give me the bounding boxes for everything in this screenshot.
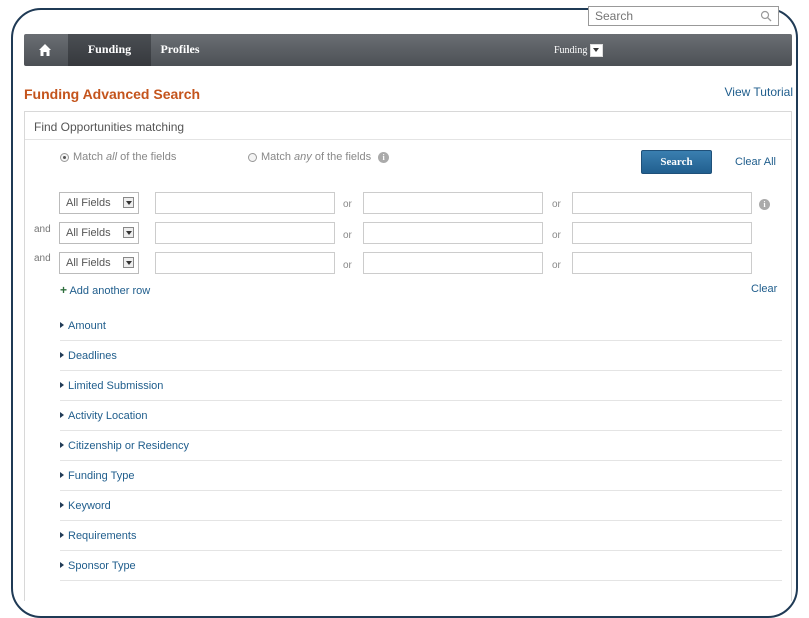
filter-amount[interactable]: Amount	[60, 311, 782, 341]
filter-label: Deadlines	[68, 350, 117, 362]
chevron-down-icon	[123, 197, 134, 208]
or-label: or	[343, 260, 352, 271]
caret-right-icon	[60, 472, 64, 478]
caret-right-icon	[60, 532, 64, 538]
plus-icon: +	[60, 283, 68, 297]
filter-label: Funding Type	[68, 470, 135, 482]
or-label: or	[552, 260, 561, 271]
caret-right-icon	[60, 382, 64, 388]
info-icon[interactable]: i	[759, 199, 770, 210]
filter-sponsor-type[interactable]: Sponsor Type	[60, 551, 782, 581]
chevron-down-icon	[123, 257, 134, 268]
match-all-label-suffix: of the fields	[117, 151, 177, 163]
clear-all-link[interactable]: Clear All	[735, 156, 776, 168]
search-icon[interactable]	[760, 10, 772, 25]
field-select-value: All Fields	[66, 197, 111, 209]
or-label: or	[343, 230, 352, 241]
field-select-row-1[interactable]: All Fields	[59, 192, 139, 214]
home-icon[interactable]	[24, 34, 66, 66]
search-button[interactable]: Search	[641, 150, 712, 174]
and-connector: and	[34, 253, 51, 264]
match-any-label-suffix: of the fields	[311, 151, 372, 163]
field-select-value: All Fields	[66, 227, 111, 239]
or-label: or	[552, 199, 561, 210]
global-search-box	[588, 6, 779, 26]
field-select-row-3[interactable]: All Fields	[59, 252, 139, 274]
search-scope-label: Funding	[554, 44, 588, 56]
caret-right-icon	[60, 352, 64, 358]
add-row-link[interactable]: + Add another row	[60, 283, 150, 297]
caret-right-icon	[60, 562, 64, 568]
or-label: or	[552, 230, 561, 241]
match-any-label-prefix: Match	[261, 151, 295, 163]
term-input-1-1[interactable]	[155, 192, 335, 214]
field-select-row-2[interactable]: All Fields	[59, 222, 139, 244]
match-all-option[interactable]: Match all of the fields	[60, 151, 176, 163]
filter-list: Amount Deadlines Limited Submission Acti…	[60, 311, 782, 581]
match-any-radio[interactable]	[248, 152, 257, 162]
filter-label: Activity Location	[68, 410, 148, 422]
filter-keyword[interactable]: Keyword	[60, 491, 782, 521]
term-input-3-1[interactable]	[155, 252, 335, 274]
caret-right-icon	[60, 322, 64, 328]
page-title: Funding Advanced Search	[24, 86, 201, 102]
filter-label: Sponsor Type	[68, 560, 136, 572]
caret-right-icon	[60, 502, 64, 508]
filter-requirements[interactable]: Requirements	[60, 521, 782, 551]
nav-tab-funding[interactable]: Funding	[68, 34, 151, 66]
match-all-radio[interactable]	[60, 152, 69, 162]
field-select-value: All Fields	[66, 257, 111, 269]
global-search-input[interactable]	[589, 7, 761, 25]
filter-label: Amount	[68, 320, 106, 332]
or-label: or	[343, 199, 352, 210]
top-navbar: Funding Profiles Funding	[24, 34, 792, 66]
term-input-3-3[interactable]	[572, 252, 752, 274]
term-input-2-2[interactable]	[363, 222, 543, 244]
match-all-label-prefix: Match	[73, 151, 107, 163]
nav-tab-profiles[interactable]: Profiles	[151, 34, 209, 66]
filter-limited-submission[interactable]: Limited Submission	[60, 371, 782, 401]
chevron-down-icon	[590, 43, 604, 57]
filter-label: Requirements	[68, 530, 137, 542]
term-input-2-3[interactable]	[572, 222, 752, 244]
info-icon[interactable]: i	[378, 151, 390, 163]
search-scope-select[interactable]: Funding	[554, 43, 604, 57]
caret-right-icon	[60, 442, 64, 448]
filter-label: Citizenship or Residency	[68, 440, 190, 452]
panel-heading: Find Opportunities matching	[25, 112, 791, 140]
filter-citizenship[interactable]: Citizenship or Residency	[60, 431, 782, 461]
and-connector: and	[34, 224, 51, 235]
term-input-3-2[interactable]	[363, 252, 543, 274]
match-any-label-em: any	[294, 151, 312, 163]
add-row-label: Add another row	[69, 285, 151, 297]
filter-label: Limited Submission	[68, 380, 164, 392]
filter-activity-location[interactable]: Activity Location	[60, 401, 782, 431]
clear-link[interactable]: Clear	[751, 283, 777, 295]
term-input-1-3[interactable]	[572, 192, 752, 214]
view-tutorial-link[interactable]: View Tutorial	[725, 85, 793, 99]
match-any-option[interactable]: Match any of the fields i	[248, 151, 390, 163]
caret-right-icon	[60, 412, 64, 418]
filter-deadlines[interactable]: Deadlines	[60, 341, 782, 371]
filter-label: Keyword	[68, 500, 111, 512]
chevron-down-icon	[123, 227, 134, 238]
match-all-label-em: all	[106, 151, 118, 163]
term-input-1-2[interactable]	[363, 192, 543, 214]
filter-funding-type[interactable]: Funding Type	[60, 461, 782, 491]
term-input-2-1[interactable]	[155, 222, 335, 244]
